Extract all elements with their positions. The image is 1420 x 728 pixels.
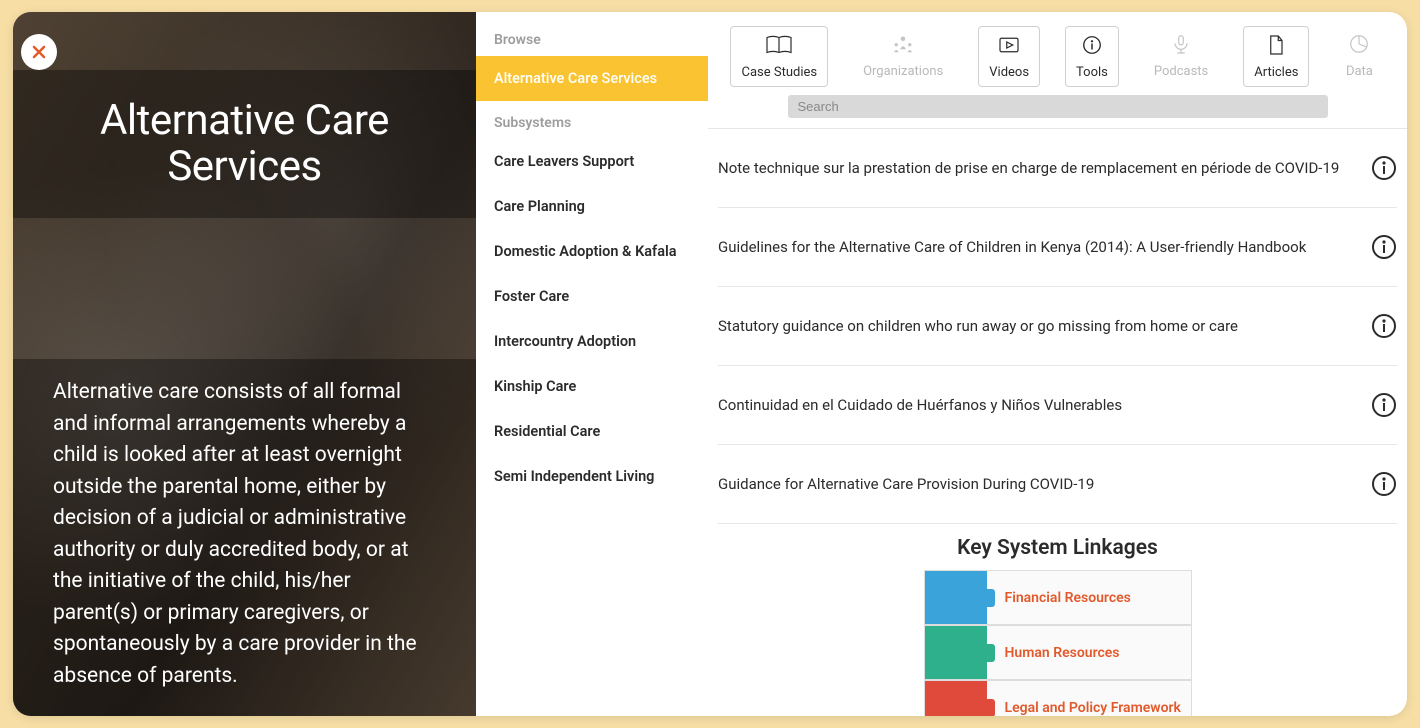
sidebar-item[interactable]: Kinship Care xyxy=(476,364,708,409)
sidebar: Browse Alternative Care Services Subsyst… xyxy=(476,12,708,716)
tab-articles[interactable]: Articles xyxy=(1243,26,1309,87)
linkage-label: Financial Resources xyxy=(987,590,1131,606)
tab-label: Case Studies xyxy=(741,65,817,80)
sidebar-item[interactable]: Domestic Adoption & Kafala xyxy=(476,229,708,274)
list-item[interactable]: Statutory guidance on children who run a… xyxy=(718,287,1397,366)
sidebar-item[interactable]: Care Leavers Support xyxy=(476,139,708,184)
tab-data[interactable]: Data xyxy=(1334,26,1384,87)
hero-desc-wrap: Alternative care consists of all formal … xyxy=(13,359,476,716)
list-item[interactable]: Note technique sur la prestation de pris… xyxy=(718,129,1397,208)
tab-podcasts[interactable]: Podcasts xyxy=(1144,26,1218,87)
list-item[interactable]: Guidance for Alternative Care Provision … xyxy=(718,445,1397,524)
sidebar-item[interactable]: Care Planning xyxy=(476,184,708,229)
search-wrap xyxy=(708,91,1407,128)
search-input[interactable] xyxy=(788,95,1328,118)
puzzle-icon xyxy=(925,681,987,716)
tab-label: Articles xyxy=(1254,65,1298,80)
hero-description: Alternative care consists of all formal … xyxy=(53,377,436,692)
tab-label: Tools xyxy=(1076,65,1108,80)
info-icon[interactable] xyxy=(1371,471,1397,497)
modal-card: Alternative Care Services Alternative ca… xyxy=(13,12,1407,716)
entry-title: Note technique sur la prestation de pris… xyxy=(718,159,1359,177)
close-button[interactable] xyxy=(21,34,57,70)
info-icon[interactable] xyxy=(1371,155,1397,181)
sidebar-item[interactable]: Foster Care xyxy=(476,274,708,319)
sidebar-item[interactable]: Semi Independent Living xyxy=(476,454,708,499)
main-content: Case Studies Organizations Videos Tools Podc… xyxy=(708,12,1407,716)
linkages-title: Key System Linkages xyxy=(718,536,1397,560)
linkage-item[interactable]: Financial Resources xyxy=(924,570,1192,625)
sidebar-item-active[interactable]: Alternative Care Services xyxy=(476,56,708,101)
puzzle-icon xyxy=(925,626,987,679)
info-icon[interactable] xyxy=(1371,313,1397,339)
mic-icon xyxy=(1166,32,1196,60)
entry-title: Continuidad en el Cuidado de Huérfanos y… xyxy=(718,396,1142,414)
entry-title: Guidelines for the Alternative Care of C… xyxy=(718,238,1326,256)
close-icon xyxy=(29,42,49,62)
tab-label: Organizations xyxy=(863,64,943,79)
tab-label: Podcasts xyxy=(1154,64,1208,79)
video-icon xyxy=(994,33,1024,61)
linkage-item[interactable]: Human Resources xyxy=(924,625,1192,680)
tab-label: Videos xyxy=(989,65,1029,80)
entry-title: Guidance for Alternative Care Provision … xyxy=(718,475,1114,493)
page-title: Alternative Care Services xyxy=(33,98,456,190)
sidebar-item[interactable]: Intercountry Adoption xyxy=(476,319,708,364)
puzzle-icon xyxy=(925,571,987,624)
tab-tools[interactable]: Tools xyxy=(1065,26,1119,87)
linkage-label: Human Resources xyxy=(987,645,1120,661)
tab-videos[interactable]: Videos xyxy=(978,26,1040,87)
sidebar-header-browse: Browse xyxy=(476,18,708,56)
info-circle-icon xyxy=(1077,33,1107,61)
list-item[interactable]: Continuidad en el Cuidado de Huérfanos y… xyxy=(718,366,1397,445)
pie-icon xyxy=(1344,32,1374,60)
linkage-item[interactable]: Legal and Policy Framework xyxy=(924,680,1192,716)
tab-organizations[interactable]: Organizations xyxy=(853,26,953,87)
book-icon xyxy=(764,33,794,61)
sidebar-item[interactable]: Residential Care xyxy=(476,409,708,454)
linkage-label: Legal and Policy Framework xyxy=(987,700,1181,716)
hero-title-wrap: Alternative Care Services xyxy=(13,70,476,218)
tabs-row: Case Studies Organizations Videos Tools Podc… xyxy=(708,12,1407,91)
content-list[interactable]: Note technique sur la prestation de pris… xyxy=(708,129,1407,716)
tab-label: Data xyxy=(1346,64,1373,79)
tab-case-studies[interactable]: Case Studies xyxy=(730,26,828,87)
sidebar-header-subsystems: Subsystems xyxy=(476,101,708,139)
hero-panel: Alternative Care Services Alternative ca… xyxy=(13,12,476,716)
info-icon[interactable] xyxy=(1371,234,1397,260)
document-icon xyxy=(1261,33,1291,61)
entry-title: Statutory guidance on children who run a… xyxy=(718,317,1258,335)
list-item[interactable]: Guidelines for the Alternative Care of C… xyxy=(718,208,1397,287)
info-icon[interactable] xyxy=(1371,392,1397,418)
people-icon xyxy=(888,32,918,60)
key-system-linkages: Key System Linkages Financial Resources H… xyxy=(718,536,1397,716)
